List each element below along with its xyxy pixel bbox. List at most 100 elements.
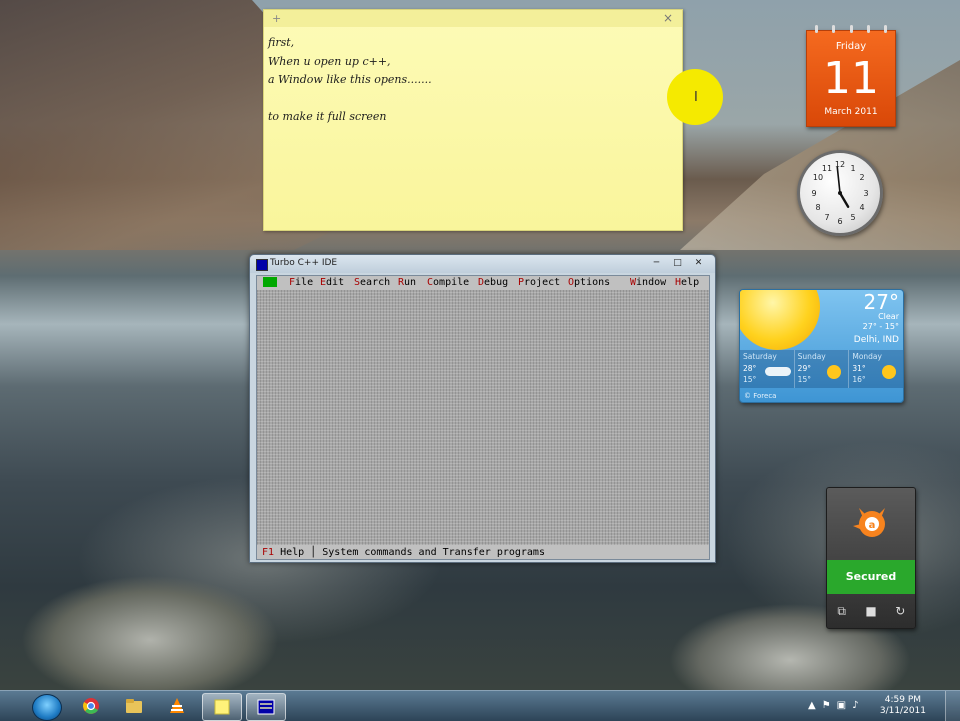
svg-text:7: 7 — [824, 213, 829, 222]
menu-compile[interactable]: Compile — [427, 276, 469, 289]
forecast-high: 28° — [743, 364, 757, 373]
svg-text:2: 2 — [859, 173, 864, 182]
svg-text:9: 9 — [811, 189, 816, 198]
menu-project[interactable]: Project — [518, 276, 560, 289]
current-temperature: 27° — [863, 290, 899, 314]
ide-desktop-area[interactable] — [257, 290, 709, 545]
avast-logo-icon: a — [853, 508, 885, 537]
turbo-cpp-icon — [257, 699, 275, 715]
tray-clock[interactable]: 4:59 PM 3/11/2011 — [880, 695, 926, 717]
network-icon[interactable]: ▣ — [837, 700, 846, 711]
svg-text:8: 8 — [815, 203, 820, 212]
sticky-note-header[interactable]: + × — [264, 10, 682, 27]
svg-text:1: 1 — [850, 164, 855, 173]
turbo-cpp-window[interactable]: Turbo C++ IDE ─ □ ✕ File Edit Search Run… — [249, 254, 716, 563]
forecast-low: 15° — [797, 375, 811, 384]
menu-options[interactable]: Options — [568, 276, 610, 289]
avast-stop-icon[interactable]: ■ — [863, 604, 879, 618]
svg-text:4: 4 — [859, 203, 864, 212]
tray-date: 3/11/2011 — [879, 706, 926, 716]
menu-label: roject — [524, 277, 561, 288]
avast-status-badge[interactable]: Secured — [827, 560, 915, 594]
note-line: first, — [268, 36, 295, 49]
status-message: System commands and Transfer programs — [322, 547, 545, 558]
system-menu-button[interactable] — [263, 277, 277, 287]
weather-credit[interactable]: © Foreca — [744, 392, 776, 400]
menu-window[interactable]: Window — [630, 276, 666, 289]
note-line: a Window like this opens....... — [268, 73, 432, 86]
taskbar-turbo-cpp[interactable] — [246, 693, 286, 721]
avast-gadget[interactable]: a Secured ⧉ ■ ↻ — [826, 487, 916, 629]
forecast-day: Monday 31° 16° — [849, 350, 903, 388]
forecast-high: 29° — [797, 364, 811, 373]
system-tray: ▲ ⚑ ▣ ♪ 4:59 PM 3/11/2011 — [800, 691, 960, 721]
menu-file[interactable]: File — [289, 276, 313, 289]
taskbar-vlc[interactable] — [158, 693, 196, 719]
clock-face-icon: 12 12 345 678 91011 — [811, 160, 868, 226]
calendar-weekday: Friday — [835, 41, 867, 52]
window-titlebar[interactable]: Turbo C++ IDE ─ □ ✕ — [250, 255, 715, 273]
sun-icon — [827, 365, 842, 379]
cloud-icon — [764, 367, 791, 376]
forecast-day-name: Sunday — [797, 352, 826, 361]
ibeam-cursor-icon: I — [694, 90, 698, 105]
forecast-low: 16° — [852, 375, 866, 384]
explorer-icon — [126, 699, 142, 713]
ide-menubar: File Edit Search Run Compile Debug Proje… — [257, 276, 709, 289]
dos-app-icon[interactable] — [256, 259, 268, 271]
weather-location: Delhi, IND — [853, 335, 899, 345]
menu-label: ebug — [484, 277, 509, 288]
menu-label: earch — [360, 277, 391, 288]
avast-window-icon[interactable]: ⧉ — [834, 604, 850, 618]
taskbar-chrome[interactable] — [72, 693, 110, 719]
close-note-icon[interactable]: × — [663, 11, 673, 25]
vlc-icon — [170, 698, 184, 713]
menu-label: elp — [681, 277, 700, 288]
forecast-row: Saturday 28° 15° Sunday 29° 15° Monday 3… — [740, 350, 903, 388]
weather-gadget[interactable]: 27° Clear 27° - 15° Delhi, IND Saturday … — [739, 289, 904, 403]
menu-help[interactable]: Help — [675, 276, 699, 289]
sticky-note[interactable]: + × first, When u open up c++, a Window … — [263, 9, 723, 231]
add-note-icon[interactable]: + — [272, 12, 281, 25]
ide-client-area: File Edit Search Run Compile Debug Proje… — [256, 275, 710, 560]
forecast-high: 31° — [852, 364, 866, 373]
tray-expand-icon[interactable]: ▲ — [808, 700, 816, 711]
calendar-date: 11 — [823, 53, 879, 104]
close-button[interactable]: ✕ — [688, 256, 709, 270]
svg-text:12: 12 — [835, 160, 845, 169]
avast-refresh-icon[interactable]: ↻ — [892, 604, 908, 618]
sticky-note-text[interactable]: first, When u open up c++, a Window like… — [268, 34, 432, 127]
volume-icon[interactable]: ♪ — [852, 700, 858, 711]
menu-run[interactable]: Run — [398, 276, 416, 289]
note-line: When u open up c++, — [268, 54, 391, 68]
forecast-day: Sunday 29° 15° — [795, 350, 850, 388]
action-center-icon[interactable]: ⚑ — [822, 700, 831, 711]
sun-icon — [882, 365, 897, 379]
taskbar-explorer[interactable] — [115, 693, 153, 719]
current-condition: Clear — [878, 312, 899, 321]
taskbar: ▲ ⚑ ▣ ♪ 4:59 PM 3/11/2011 — [0, 690, 960, 721]
svg-text:6: 6 — [837, 217, 842, 226]
clock-gadget[interactable]: 12 1 2 345 678 9 10 11 — [797, 150, 883, 236]
status-separator: │ — [304, 547, 323, 558]
forecast-day: Saturday 28° 15° — [740, 350, 795, 388]
status-key[interactable]: F1 — [262, 547, 274, 558]
menu-search[interactable]: Search — [354, 276, 390, 289]
calendar-gadget[interactable]: Friday 11 March 2011 — [806, 25, 896, 127]
status-key-label: Help — [274, 547, 305, 558]
menu-label: ompile — [433, 277, 470, 288]
show-desktop-button[interactable] — [945, 691, 960, 721]
chrome-icon — [83, 698, 99, 714]
calendar-month: March 2011 — [824, 107, 878, 117]
note-line: to make it full screen — [268, 110, 387, 123]
menu-label: indow — [636, 277, 667, 288]
taskbar-sticky-notes[interactable] — [202, 693, 242, 721]
menu-edit[interactable]: Edit — [320, 276, 344, 289]
maximize-button[interactable]: □ — [667, 256, 688, 270]
start-orb[interactable] — [32, 694, 62, 721]
minimize-button[interactable]: ─ — [646, 256, 667, 270]
window-title: Turbo C++ IDE — [270, 258, 338, 268]
menu-debug[interactable]: Debug — [478, 276, 508, 289]
forecast-low: 15° — [743, 375, 757, 384]
forecast-day-name: Saturday — [743, 352, 777, 361]
